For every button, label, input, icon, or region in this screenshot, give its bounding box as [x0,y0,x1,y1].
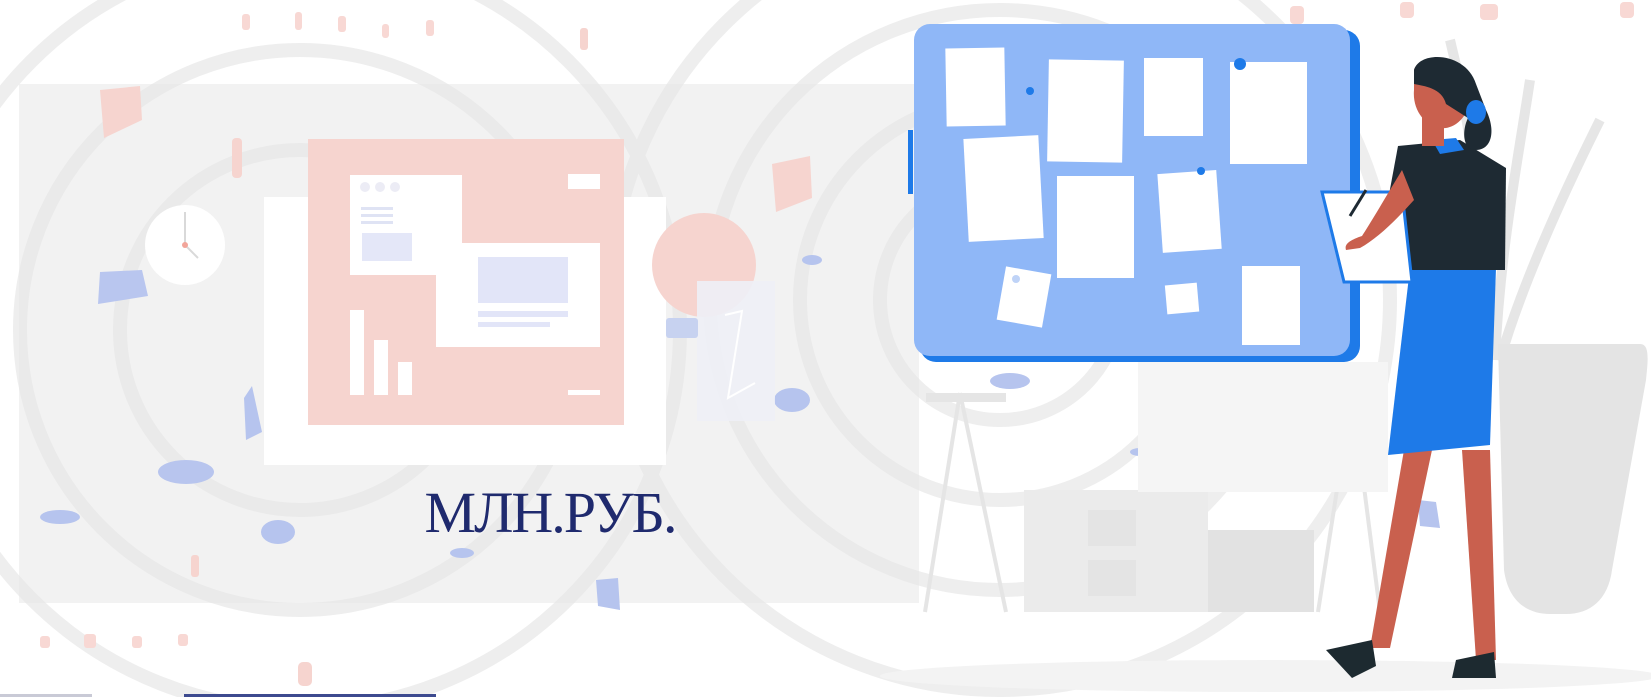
presentation-illustration [264,139,775,465]
kanban-board-illustration [908,24,1388,613]
clock-icon [145,205,225,285]
illustration [40,24,1651,692]
unit-caption: МЛН.РУБ. [424,480,678,545]
